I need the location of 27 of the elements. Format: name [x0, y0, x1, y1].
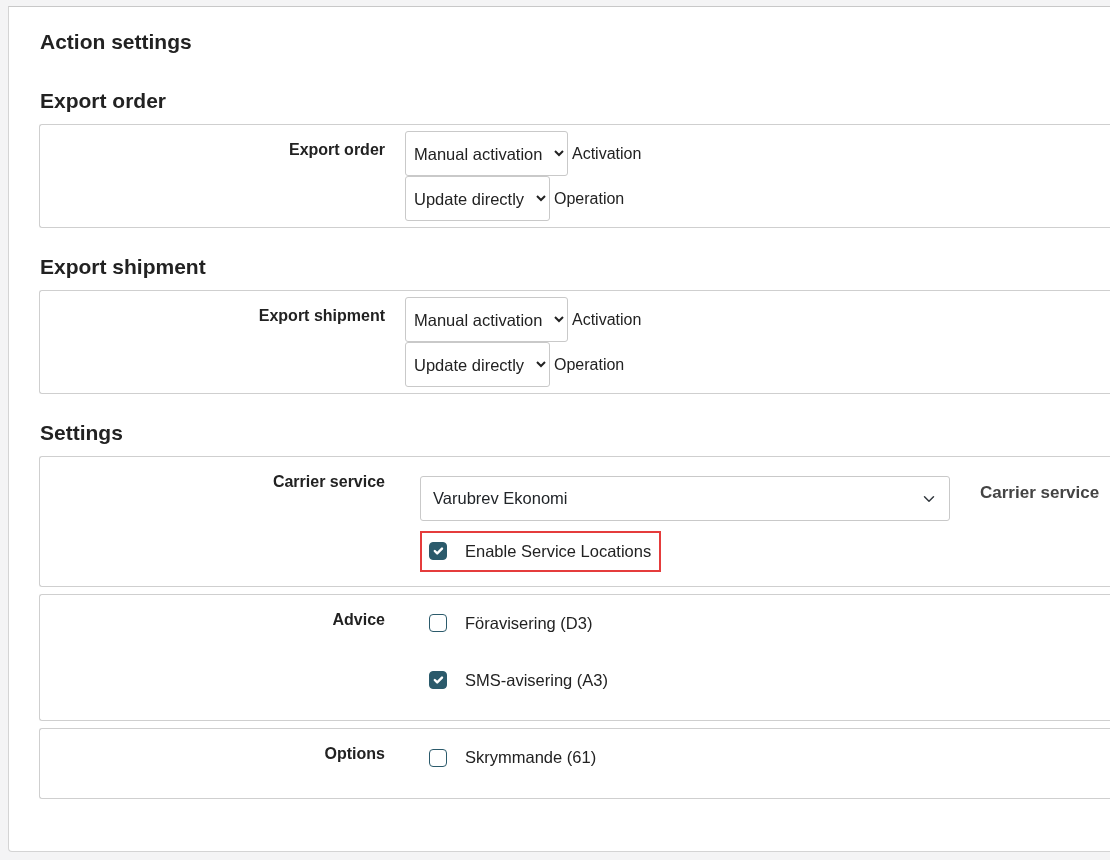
field-label: Export shipment [257, 306, 385, 326]
page-title: Action settings [40, 29, 193, 55]
dropdown[interactable]: Manual activation [405, 131, 568, 176]
field-label: Carrier service [271, 472, 385, 492]
checkbox-label: Enable Service Locations [465, 541, 652, 562]
dropdown-caption: Activation [572, 143, 642, 164]
checkbox[interactable] [429, 748, 447, 767]
field-label: Export order [288, 140, 385, 160]
checkbox-label: Föravisering (D3) [465, 612, 593, 634]
checkbox-label: SMS-avisering (A3) [465, 669, 609, 691]
dropdown-caption: Operation [554, 354, 625, 375]
checkbox[interactable] [429, 670, 447, 689]
dropdown-caption: Operation [554, 188, 625, 209]
section-heading: Export shipment [40, 254, 207, 280]
dropdown[interactable]: Manual activation [405, 297, 568, 342]
dropdown[interactable]: Update directly [405, 176, 550, 221]
section-heading: Settings [40, 420, 124, 446]
checkbox[interactable] [429, 614, 447, 633]
section-heading: Export order [40, 88, 168, 114]
dropdown-caption: Activation [572, 309, 642, 330]
dropdown[interactable]: Update directly [405, 342, 550, 387]
checkbox-label: Skrymmande (61) [465, 747, 597, 769]
dropdown[interactable]: Varubrev Ekonomi [420, 476, 950, 521]
checkbox[interactable] [429, 542, 447, 561]
dropdown-caption: Carrier service [980, 482, 1100, 504]
field-label: Options [323, 744, 385, 765]
field-label: Advice [331, 609, 385, 630]
